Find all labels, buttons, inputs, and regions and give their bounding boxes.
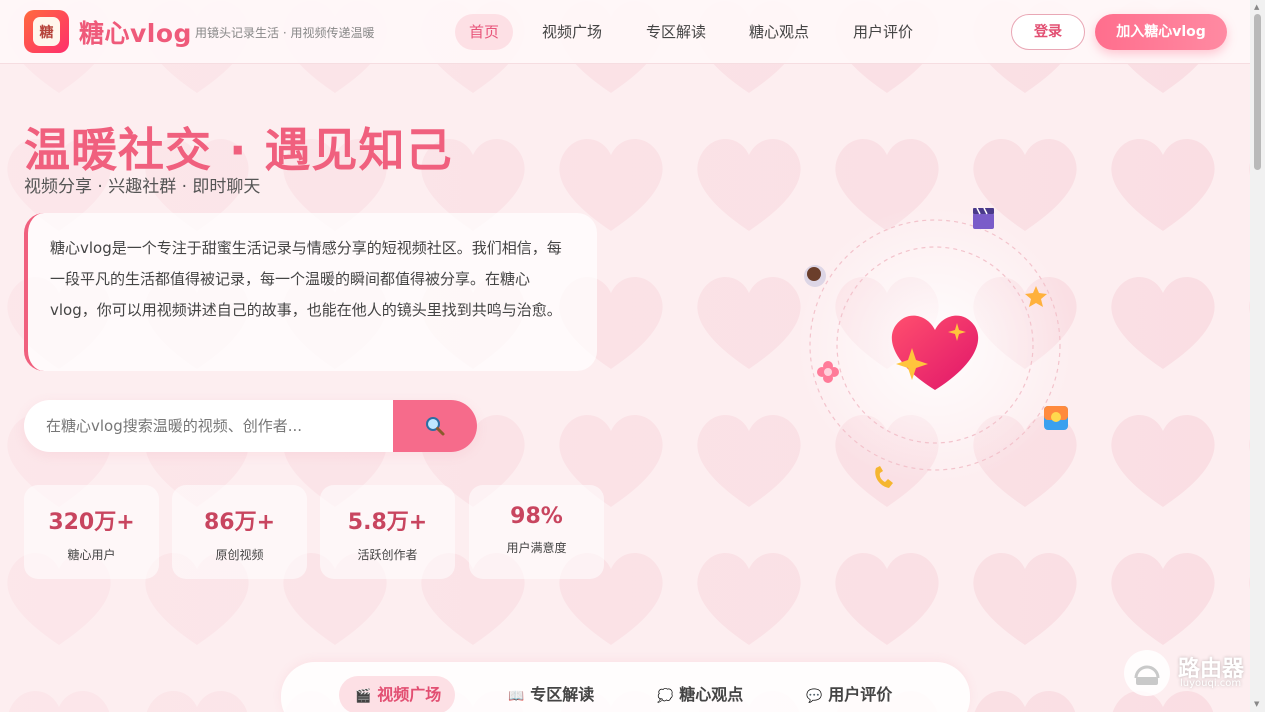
stat-creators: 5.8万+ 活跃创作者 [320,485,455,579]
intro-text: 糖心vlog是一个专注于甜蜜生活记录与情感分享的短视频社区。我们相信，每一段平凡… [50,239,562,319]
brand-name[interactable]: 糖心vlog [79,14,192,50]
tab-video-square[interactable]: 🎬 视频广场 [339,676,456,712]
logo-icon[interactable]: 糖 [24,10,69,53]
hero-title: 温暖社交 · 遇见知己 [24,123,453,177]
tab-label: 用户评价 [828,685,893,704]
nav-item-video-square[interactable]: 视频广场 [530,14,614,50]
top-header: 糖 糖心vlog 用镜头记录生活 · 用视频传递温暖 首页 视频广场 专区解读 … [0,0,1250,64]
thought-bubble-icon: 💭 [657,689,674,704]
hero-illustration [790,190,1090,500]
scroll-down-arrow-icon[interactable]: ▼ [1254,700,1259,708]
clapperboard-icon: 🎬 [355,689,372,704]
photo-icon [1044,406,1068,430]
tab-label: 糖心观点 [679,685,744,704]
tab-opinions[interactable]: 💭 糖心观点 [641,676,757,712]
nav-item-reviews[interactable]: 用户评价 [841,14,925,50]
router-logo-icon [1124,650,1170,696]
hero-subtitle: 视频分享 · 兴趣社群 · 即时聊天 [24,177,261,197]
page-scrollbar[interactable]: ▲ ▼ [1250,0,1265,712]
stat-value: 98% [510,504,563,529]
watermark-sub: luyouqi.com [1180,678,1242,689]
search-icon [426,417,445,436]
logo-char: 糖 [33,17,60,46]
tab-label: 专区解读 [530,685,595,704]
nav-item-home[interactable]: 首页 [455,14,513,50]
stat-satisfaction: 98% 用户满意度 [469,485,604,579]
section-tabbar: 🎬 视频广场 📖 专区解读 💭 糖心观点 💬 用户评价 [281,662,970,712]
tab-label: 视频广场 [377,685,442,704]
stat-users: 320万+ 糖心用户 [24,485,159,579]
scroll-up-arrow-icon[interactable]: ▲ [1254,3,1259,11]
speech-bubble-icon: 💬 [806,689,823,704]
stat-value: 320万+ [48,510,135,535]
intro-card: 糖心vlog是一个专注于甜蜜生活记录与情感分享的短视频社区。我们相信，每一段平凡… [24,213,597,371]
brand-slogan: 用镜头记录生活 · 用视频传递温暖 [195,26,375,40]
stat-label: 原创视频 [215,548,264,562]
stat-label: 糖心用户 [67,548,116,562]
search-button[interactable] [393,400,477,452]
scroll-thumb[interactable] [1254,14,1261,170]
login-button[interactable]: 登录 [1011,14,1085,50]
watermark: 路由器 luyouqi.com [1124,650,1250,696]
stat-videos: 86万+ 原创视频 [172,485,307,579]
join-button[interactable]: 加入糖心vlog [1095,14,1227,50]
stat-label: 用户满意度 [506,541,567,555]
nav-item-opinions[interactable]: 糖心观点 [737,14,821,50]
search-input[interactable] [46,414,386,438]
stat-value: 5.8万+ [347,510,428,535]
search-bar [24,400,477,452]
book-icon: 📖 [508,689,525,704]
tab-zone-reading[interactable]: 📖 专区解读 [492,676,608,712]
clapperboard-icon [973,207,994,229]
stat-value: 86万+ [203,510,276,535]
stat-label: 活跃创作者 [357,548,418,562]
tab-reviews[interactable]: 💬 用户评价 [790,676,906,712]
nav-item-zone-reading[interactable]: 专区解读 [634,14,718,50]
coffee-icon [804,265,826,287]
